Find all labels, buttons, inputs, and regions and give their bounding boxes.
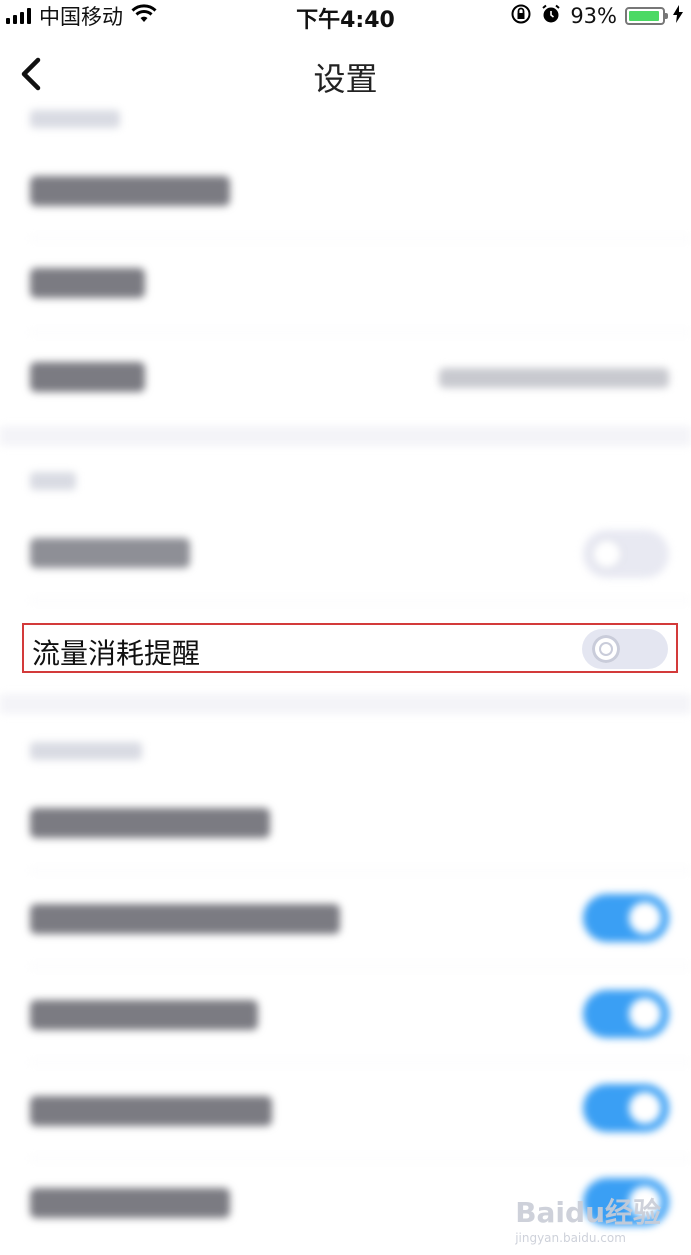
section-gap: [0, 426, 691, 446]
section-header-features: [30, 472, 76, 490]
divider: [30, 600, 691, 601]
section-header-playback: [30, 742, 142, 760]
toggle-switch[interactable]: [583, 990, 669, 1038]
divider: [30, 1158, 691, 1159]
toggle-knob: [592, 635, 620, 663]
row-label: [30, 1188, 230, 1218]
settings-row[interactable]: [0, 240, 691, 332]
row-label: [30, 176, 230, 206]
data-usage-reminder-toggle[interactable]: [582, 629, 668, 669]
wifi-only-toggle[interactable]: [583, 530, 669, 578]
settings-row[interactable]: [0, 776, 691, 870]
toggle-switch[interactable]: [583, 894, 669, 942]
row-label: [30, 362, 145, 392]
row-label: [30, 904, 340, 934]
toggle-switch[interactable]: [583, 1084, 669, 1132]
data-usage-reminder-label: 流量消耗提醒: [32, 637, 201, 670]
divider: [30, 238, 691, 239]
orientation-lock-icon: [510, 3, 532, 30]
status-bar: 中国移动 下午4:40 93%: [0, 0, 691, 34]
row-label: [30, 268, 145, 298]
section-gap: [0, 694, 691, 714]
settings-row-wifi[interactable]: [0, 510, 691, 600]
divider: [30, 966, 691, 967]
nav-bar: 设置: [0, 40, 691, 110]
divider: [30, 1062, 691, 1063]
settings-row[interactable]: [0, 968, 691, 1062]
row-label: [30, 538, 190, 568]
row-label: [30, 1096, 272, 1126]
row-label: [30, 808, 270, 838]
baidu-watermark: Baidu经验 jingyan.baidu.com: [515, 1196, 661, 1245]
settings-row[interactable]: [0, 1064, 691, 1158]
settings-row[interactable]: [0, 334, 691, 424]
row-value: [439, 368, 669, 388]
row-label: [30, 1000, 258, 1030]
battery-percent: 93%: [570, 4, 617, 28]
page-title: 设置: [313, 60, 378, 98]
alarm-icon: [540, 3, 562, 30]
battery-icon: [625, 7, 668, 25]
divider: [30, 332, 691, 333]
settings-row[interactable]: [0, 872, 691, 966]
data-usage-reminder-row[interactable]: 流量消耗提醒: [22, 623, 678, 673]
status-right: 93%: [510, 4, 683, 28]
charging-icon: [673, 4, 683, 28]
section-header-account: [30, 110, 120, 128]
settings-row[interactable]: [0, 150, 691, 240]
divider: [30, 870, 691, 871]
